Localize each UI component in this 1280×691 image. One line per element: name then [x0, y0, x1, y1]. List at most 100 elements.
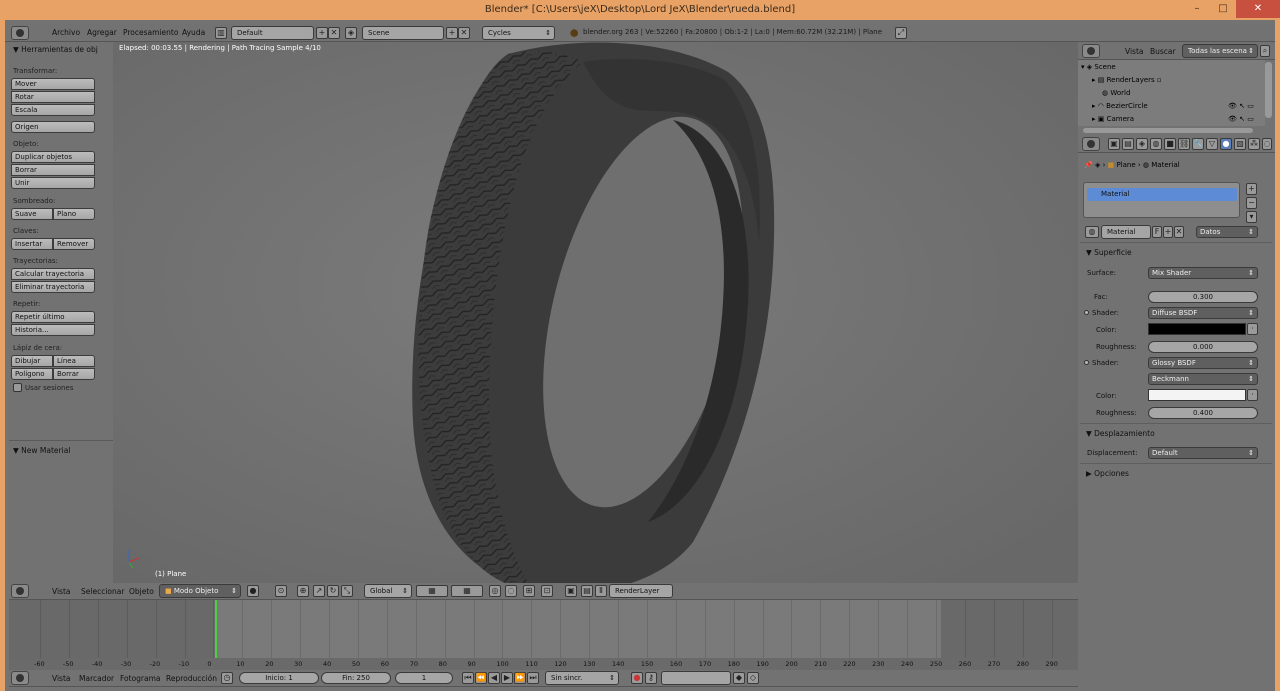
- menu-seleccionar[interactable]: Seleccionar: [81, 587, 124, 596]
- pin-icon[interactable]: 📌: [1084, 161, 1093, 169]
- play-reverse-icon[interactable]: ◀: [488, 672, 500, 684]
- eliminar-trayectoria-button[interactable]: Eliminar trayectoria: [11, 281, 95, 293]
- remover-button[interactable]: Remover: [53, 238, 95, 250]
- borrar-gp-button[interactable]: Borrar: [53, 368, 95, 380]
- rotar-button[interactable]: Rotar: [11, 91, 95, 103]
- historia-button[interactable]: Historia...: [11, 324, 95, 336]
- outliner-item-renderlayers[interactable]: ▸ ▤ RenderLayers ▫: [1092, 76, 1162, 84]
- menu-ayuda[interactable]: Ayuda: [182, 28, 205, 37]
- add-layout-icon[interactable]: +: [316, 27, 328, 39]
- snap-toggle-icon[interactable]: ⊞: [523, 585, 535, 597]
- fullscreen-icon[interactable]: ⤢: [895, 27, 907, 39]
- render-preview-icon[interactable]: ▣: [565, 585, 577, 597]
- fake-user-toggle[interactable]: F: [1152, 226, 1162, 238]
- scene-layers-a[interactable]: ▦: [416, 585, 448, 597]
- scene-icon[interactable]: ◈: [345, 27, 357, 39]
- timeline-editor-type-icon[interactable]: [11, 671, 29, 685]
- current-frame-cursor[interactable]: [215, 600, 217, 658]
- beziercircle-expand-icon[interactable]: ▸: [1092, 102, 1096, 110]
- keying-set-field[interactable]: [661, 671, 731, 685]
- displacement-select[interactable]: Default: [1148, 447, 1258, 459]
- minimize-button[interactable]: –: [1184, 0, 1210, 18]
- screen-layout-icon[interactable]: ▥: [215, 27, 227, 39]
- particles-tab-icon[interactable]: ⁂: [1248, 138, 1260, 150]
- maximize-button[interactable]: □: [1210, 0, 1236, 18]
- remove-layout-icon[interactable]: ✕: [328, 27, 340, 39]
- outliner-filter-select[interactable]: Todas las escena: [1182, 44, 1258, 58]
- auto-keyframe-icon[interactable]: ●: [631, 672, 643, 684]
- menu-archivo[interactable]: Archivo: [52, 28, 80, 37]
- color2-socket-icon[interactable]: ·: [1247, 389, 1258, 401]
- outliner-scrollbar[interactable]: [1265, 62, 1272, 118]
- new-material-icon[interactable]: +: [1163, 226, 1173, 238]
- calcular-trayectoria-button[interactable]: Calcular trayectoria: [11, 268, 95, 280]
- texture-tab-icon[interactable]: ▨: [1234, 138, 1246, 150]
- duplicar-objetos-button[interactable]: Duplicar objetos: [11, 151, 95, 163]
- outliner-editor-type-icon[interactable]: [1082, 44, 1100, 58]
- visibility-eye-icon-2[interactable]: 👁 ↖ ▭: [1228, 115, 1254, 123]
- material-name-field[interactable]: Material: [1101, 225, 1151, 239]
- insertar-button[interactable]: Insertar: [11, 238, 53, 250]
- shader2-select[interactable]: Glossy BSDF: [1148, 357, 1258, 369]
- render-engine-select[interactable]: Cycles: [482, 26, 555, 40]
- glossy-color-swatch[interactable]: [1148, 389, 1246, 401]
- new-material-panel[interactable]: ▼ New Material: [13, 446, 70, 455]
- viewport-shading-icon[interactable]: ●: [247, 585, 259, 597]
- play-icon[interactable]: ▶: [501, 672, 513, 684]
- shader1-socket-icon[interactable]: [1084, 310, 1089, 315]
- scene-tab-icon[interactable]: ◈: [1136, 138, 1148, 150]
- outliner-menu-vista[interactable]: Vista: [1125, 47, 1144, 56]
- delete-keyframe-icon[interactable]: ◇: [747, 672, 759, 684]
- origen-button[interactable]: Origen: [11, 121, 95, 133]
- sync-mode-select[interactable]: Sin sincr.: [545, 671, 619, 685]
- menu-reproduccion[interactable]: Reproducción: [166, 674, 217, 683]
- 3d-viewport[interactable]: Elapsed: 00:03.55 | Rendering | Path Tra…: [113, 42, 1078, 583]
- outliner-item-camera[interactable]: ▸ ▣ Camera: [1092, 115, 1134, 123]
- repetir-ultimo-button[interactable]: Repetir último: [11, 311, 95, 323]
- layer-lock-icon[interactable]: Ⅱ: [595, 585, 607, 597]
- scene-layers-b[interactable]: ▦: [451, 585, 483, 597]
- tools-panel-title[interactable]: ▼ Herramientas de obj: [13, 45, 98, 54]
- roughness2-slider[interactable]: 0.400: [1148, 407, 1258, 419]
- material-tab-icon[interactable]: ●: [1220, 138, 1232, 150]
- layout-field[interactable]: Default: [231, 26, 314, 40]
- mode-select[interactable]: ■ Modo Objeto: [159, 584, 241, 598]
- insert-keyframe-icon[interactable]: ◆: [733, 672, 745, 684]
- outliner-item-beziercircle[interactable]: ▸ ◠ BezierCircle: [1092, 102, 1148, 110]
- outliner-search-icon[interactable]: ⌕: [1260, 45, 1270, 57]
- timeline-editor[interactable]: -60 -50 -40 -30 -20 -10 0 10 20 30 40 50 60 70 80 90 100…: [9, 600, 1078, 670]
- constraints-tab-icon[interactable]: ⛓: [1178, 138, 1190, 150]
- mover-button[interactable]: Mover: [11, 78, 95, 90]
- slot-menu-icon[interactable]: ▾: [1246, 211, 1257, 223]
- roughness1-slider[interactable]: 0.000: [1148, 341, 1258, 353]
- superficie-section-header[interactable]: ▼ Superficie: [1086, 248, 1132, 257]
- usar-sesiones-checkbox[interactable]: [13, 383, 22, 392]
- data-tab-icon[interactable]: ▽: [1206, 138, 1218, 150]
- dibujar-button[interactable]: Dibujar: [11, 355, 53, 367]
- scene-expand-icon[interactable]: ▾: [1081, 63, 1085, 71]
- object-tab-icon[interactable]: ■: [1164, 138, 1176, 150]
- current-frame-field[interactable]: 1: [395, 672, 453, 684]
- plano-button[interactable]: Plano: [53, 208, 95, 220]
- outliner-h-scrollbar[interactable]: [1083, 128, 1253, 133]
- proportional-edit-icon[interactable]: ◎: [489, 585, 501, 597]
- snap-target-icon[interactable]: ⊡: [541, 585, 553, 597]
- jump-keyframe-forward-icon[interactable]: ⏩: [514, 672, 526, 684]
- world-tab-icon[interactable]: ◍: [1150, 138, 1162, 150]
- renderlayers-expand-icon[interactable]: ▸: [1092, 76, 1096, 84]
- visibility-eye-icon[interactable]: 👁 ↖ ▭: [1228, 102, 1254, 110]
- desplazamiento-section-header[interactable]: ▼ Desplazamiento: [1086, 429, 1155, 438]
- linea-button[interactable]: Línea: [53, 355, 95, 367]
- start-frame-field[interactable]: Inicio: 1: [239, 672, 319, 684]
- menu-vista[interactable]: Vista: [52, 587, 71, 596]
- menu-objeto[interactable]: Objeto: [129, 587, 154, 596]
- render-layer-field[interactable]: RenderLayer: [609, 584, 673, 598]
- add-scene-icon[interactable]: +: [446, 27, 458, 39]
- poligono-button[interactable]: Polígono: [11, 368, 53, 380]
- scene-field[interactable]: Scene: [362, 26, 444, 40]
- color1-socket-icon[interactable]: ·: [1247, 323, 1258, 335]
- modifiers-tab-icon[interactable]: 🔧: [1192, 138, 1204, 150]
- rotate-manipulator-icon[interactable]: ↻: [327, 585, 339, 597]
- link-select[interactable]: Datos: [1196, 226, 1258, 238]
- material-slot-item[interactable]: Material: [1087, 188, 1237, 201]
